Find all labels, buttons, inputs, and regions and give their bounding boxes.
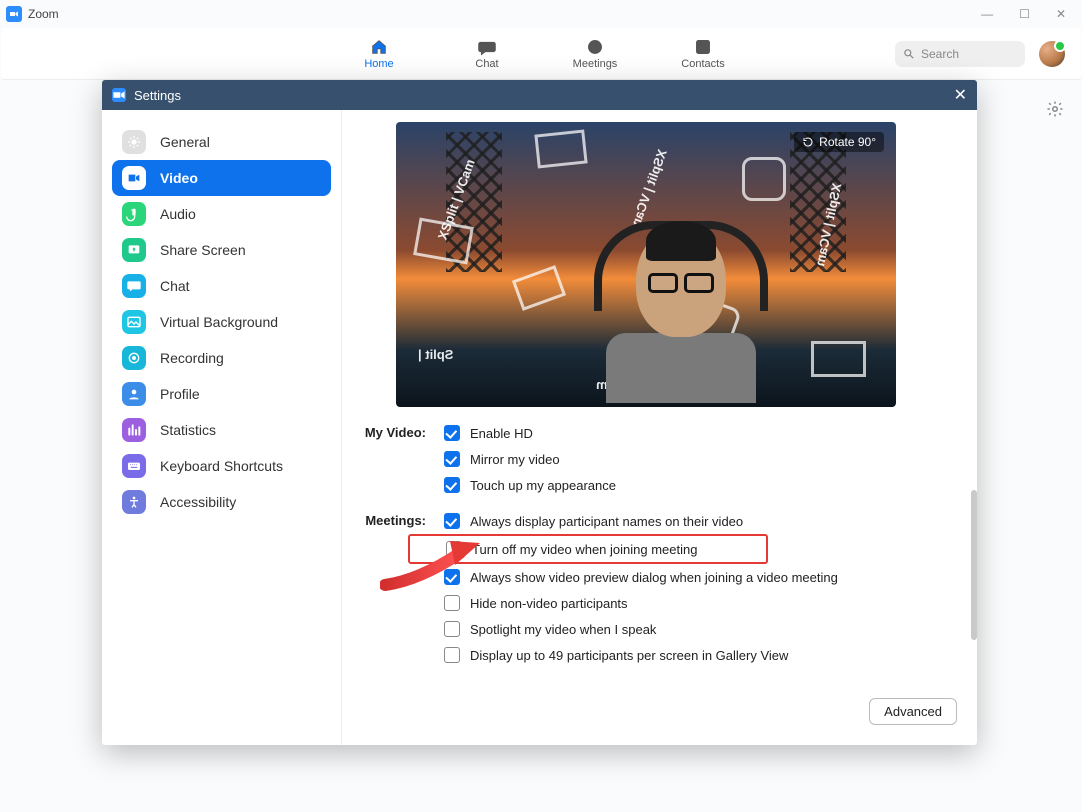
sidebar-item-chat[interactable]: Chat [112,268,331,304]
my-video-label: My Video: [354,425,444,493]
main-nav: Home Chat Meetings Contacts Search [1,28,1081,80]
checkbox-box-icon [446,541,462,557]
video-icon [122,166,146,190]
contacts-icon [694,38,712,56]
audio-icon [122,202,146,226]
checkbox-label: Display up to 49 participants per screen… [470,648,788,663]
search-input[interactable]: Search [895,41,1025,67]
sidebar-label-stats: Statistics [160,422,216,438]
zoom-logo-icon [6,6,22,22]
sidebar-item-share[interactable]: Share Screen [112,232,331,268]
checkbox-label: Always show video preview dialog when jo… [470,570,838,585]
sidebar-label-profile: Profile [160,386,200,402]
nav-meetings-label: Meetings [573,58,618,70]
sidebar-item-a11y[interactable]: Accessibility [112,484,331,520]
nav-contacts-label: Contacts [681,58,724,70]
nav-contacts[interactable]: Contacts [673,38,733,70]
sidebar-label-chat: Chat [160,278,190,294]
checkbox-label: Turn off my video when joining meeting [472,542,697,557]
sidebar-item-rec[interactable]: Recording [112,340,331,376]
clock-icon [586,38,604,56]
checkbox-meetings-1[interactable]: Turn off my video when joining meeting [408,534,768,564]
sidebar-label-kb: Keyboard Shortcuts [160,458,283,474]
advanced-button[interactable]: Advanced [869,698,957,725]
nav-home[interactable]: Home [349,38,409,70]
profile-icon [122,382,146,406]
close-button[interactable]: ✕ [1056,7,1066,21]
share-icon [122,238,146,262]
settings-title: Settings [134,88,181,103]
checkbox-label: Hide non-video participants [470,596,628,611]
settings-sidebar: General Video Audio Share Screen Chat Vi… [102,110,342,745]
sidebar-item-profile[interactable]: Profile [112,376,331,412]
a11y-icon [122,490,146,514]
sidebar-item-video[interactable]: Video [112,160,331,196]
checkbox-box-icon [444,425,460,441]
checkbox-myvideo-2[interactable]: Touch up my appearance [444,477,616,493]
minimize-button[interactable]: — [981,7,993,21]
checkbox-box-icon [444,595,460,611]
rotate-label: Rotate 90° [819,135,876,149]
app-title: Zoom [28,7,59,21]
kb-icon [122,454,146,478]
general-icon [122,130,146,154]
search-icon [903,48,915,60]
settings-content: XSplit | VCam XSplit | VCam XSplit | VCa… [342,110,977,745]
sidebar-item-general[interactable]: General [112,124,331,160]
nav-meetings[interactable]: Meetings [565,38,625,70]
settings-titlebar: Settings ✕ [102,80,977,110]
sidebar-item-kb[interactable]: Keyboard Shortcuts [112,448,331,484]
sidebar-label-video: Video [160,170,198,186]
window-titlebar: Zoom — ☐ ✕ [0,0,1082,28]
checkbox-box-icon [444,451,460,467]
checkbox-box-icon [444,647,460,663]
sidebar-label-rec: Recording [160,350,224,366]
settings-gear-icon[interactable] [1046,100,1064,123]
sidebar-label-a11y: Accessibility [160,494,236,510]
checkbox-myvideo-1[interactable]: Mirror my video [444,451,616,467]
checkbox-myvideo-0[interactable]: Enable HD [444,425,616,441]
checkbox-label: Touch up my appearance [470,478,616,493]
scrollbar[interactable] [971,490,977,640]
rec-icon [122,346,146,370]
checkbox-meetings-0[interactable]: Always display participant names on thei… [444,513,838,529]
sidebar-item-stats[interactable]: Statistics [112,412,331,448]
checkbox-meetings-3[interactable]: Hide non-video participants [444,595,838,611]
nav-home-label: Home [364,58,393,70]
home-icon [370,38,388,56]
sidebar-label-share: Share Screen [160,242,246,258]
vbg-icon [122,310,146,334]
checkbox-meetings-2[interactable]: Always show video preview dialog when jo… [444,569,838,585]
settings-close-button[interactable]: ✕ [954,85,967,105]
checkbox-label: Enable HD [470,426,533,441]
nav-chat[interactable]: Chat [457,38,517,70]
stats-icon [122,418,146,442]
sidebar-item-audio[interactable]: Audio [112,196,331,232]
checkbox-meetings-4[interactable]: Spotlight my video when I speak [444,621,838,637]
sidebar-label-general: General [160,134,210,150]
checkbox-label: Spotlight my video when I speak [470,622,656,637]
checkbox-box-icon [444,477,460,493]
checkbox-box-icon [444,569,460,585]
chat-icon [478,38,496,56]
checkbox-box-icon [444,513,460,529]
sidebar-label-audio: Audio [160,206,196,222]
rotate-90-button[interactable]: Rotate 90° [794,132,884,152]
maximize-button[interactable]: ☐ [1019,7,1030,21]
video-preview: XSplit | VCam XSplit | VCam XSplit | VCa… [396,122,896,407]
checkbox-meetings-5[interactable]: Display up to 49 participants per screen… [444,647,838,663]
checkbox-label: Always display participant names on thei… [470,514,743,529]
checkbox-box-icon [444,621,460,637]
rotate-icon [802,136,814,148]
checkbox-label: Mirror my video [470,452,560,467]
sidebar-label-vbg: Virtual Background [160,314,278,330]
profile-avatar[interactable] [1039,41,1065,67]
settings-window: Settings ✕ General Video Audio Share Scr… [102,80,977,745]
nav-chat-label: Chat [475,58,498,70]
chat-icon [122,274,146,298]
search-placeholder: Search [921,47,959,61]
zoom-small-icon [112,88,126,102]
sidebar-item-vbg[interactable]: Virtual Background [112,304,331,340]
